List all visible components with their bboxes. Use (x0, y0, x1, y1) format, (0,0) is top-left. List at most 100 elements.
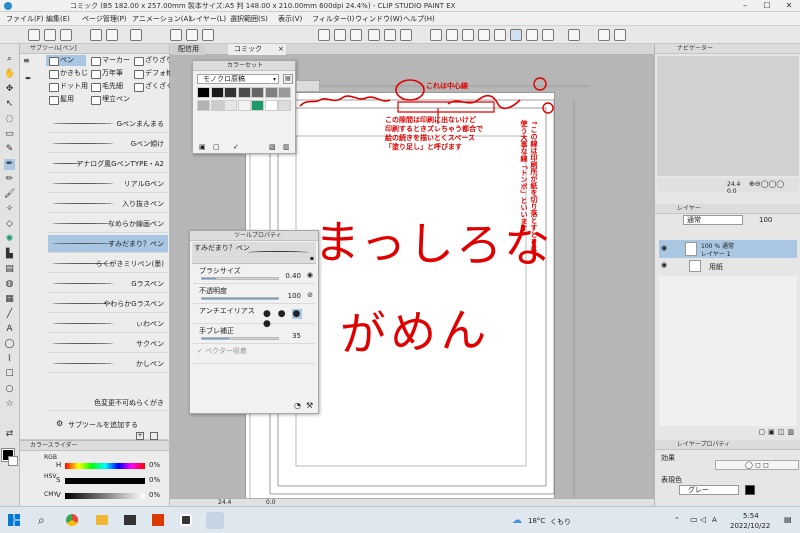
pen-pressure-icon[interactable] (478, 29, 490, 41)
brush-item[interactable]: らくがきミリペン(墨) (48, 255, 168, 273)
brush-item[interactable]: やわらかGラスペン (48, 295, 168, 313)
value-slider[interactable]: V 0% (56, 491, 166, 500)
lock-icon[interactable]: ▪ (310, 255, 314, 262)
network-icon[interactable]: ▭ (690, 515, 698, 524)
clock-time[interactable]: 5:54 (743, 512, 759, 520)
navigator-view[interactable] (657, 56, 799, 176)
brush-item[interactable]: リアルGペン (48, 175, 168, 193)
weather-temp[interactable]: 18°C (528, 517, 545, 525)
property-settings-icon[interactable]: ◔ (294, 401, 301, 410)
fill-icon[interactable]: ▙ (4, 249, 15, 260)
subtool-group-kakimoji[interactable]: かきもじ (46, 68, 88, 79)
brush-item[interactable]: Gペン傾け (48, 135, 168, 153)
hand-icon[interactable]: ✋ (4, 69, 15, 80)
stabilization-slider[interactable] (201, 337, 279, 340)
color-set-settings-icon[interactable]: ▤ (283, 74, 293, 84)
frame-icon[interactable]: ▦ (4, 294, 15, 305)
color-swatch[interactable] (237, 100, 251, 111)
volume-icon[interactable]: ◁ (700, 515, 706, 524)
color-swatch[interactable] (210, 100, 224, 111)
brush-item[interactable]: アナログ風GペンTYPE・A2 (48, 155, 168, 173)
clip-studio-icon[interactable] (180, 514, 192, 526)
new-file-icon[interactable] (28, 29, 40, 41)
menu-layer[interactable]: レイヤー(L) (189, 14, 226, 24)
display-color-swatch[interactable] (745, 485, 755, 495)
open-icon[interactable] (44, 29, 56, 41)
subtool-group-deforme[interactable]: デフォ格 (131, 68, 173, 79)
crop-icon[interactable] (368, 29, 380, 41)
color-swatch[interactable] (264, 100, 278, 111)
shape-icon[interactable]: ☐ (4, 369, 15, 380)
search-icon[interactable]: ⌕ (38, 513, 45, 528)
blend-icon[interactable]: ✺ (4, 234, 15, 245)
hue-bar[interactable] (65, 463, 145, 469)
opacity-slider[interactable] (201, 297, 279, 300)
menu-help[interactable]: ヘルプ(H) (403, 14, 435, 24)
antialias-row[interactable]: アンチエイリアス ● ● ● ● (193, 305, 315, 329)
airbrush-icon[interactable]: ✧ (4, 204, 15, 215)
menu-filter[interactable]: フィルター(I) (312, 14, 354, 24)
ruler-tool-icon[interactable]: ╱ (4, 309, 15, 320)
menu-selection[interactable]: 選択範囲(S) (230, 14, 268, 24)
eye-icon[interactable]: ◉ (661, 261, 667, 269)
lasso-icon[interactable]: ◌ (4, 114, 15, 125)
zoom-value[interactable]: 24.4 (218, 499, 231, 506)
stroke-icon[interactable] (526, 29, 538, 41)
brush-item[interactable]: Gペンまんまる (48, 115, 168, 133)
hue-slider[interactable]: H 0% (56, 461, 166, 470)
figure-icon[interactable]: ◍ (4, 279, 15, 290)
color-swatch[interactable] (237, 87, 251, 98)
menu-animation[interactable]: アニメーション(A) (132, 14, 191, 24)
brush-size-slider[interactable] (201, 277, 279, 280)
eyedropper-icon[interactable]: ✎ (4, 144, 15, 155)
start-icon[interactable] (8, 514, 20, 526)
clip-paint-icon[interactable] (206, 512, 224, 529)
color-swatch[interactable] (197, 100, 210, 111)
gradient-icon[interactable]: ▤ (4, 264, 15, 275)
pen-icon[interactable]: ✒ (4, 159, 15, 170)
brush-item[interactable]: ぃわペン (48, 315, 168, 333)
brush-item-selected[interactable]: すみだまり？ペン (48, 235, 168, 253)
sub-color-swatch[interactable] (8, 456, 18, 466)
stabilization-row[interactable]: 手ブレ補正 35 (193, 325, 315, 344)
share-icon[interactable] (598, 29, 610, 41)
notification-icon[interactable]: ▤ (784, 515, 792, 524)
fill-icon[interactable] (400, 29, 412, 41)
subtool-group-fill-pen[interactable]: 埋立ペン (88, 94, 130, 105)
line-correct-icon[interactable]: ⌇ (4, 354, 15, 365)
arrow-icon[interactable]: ↖ (4, 99, 15, 110)
eraser-icon[interactable]: ◇ (4, 219, 15, 230)
navigator-zoom[interactable]: 24.4 (727, 181, 740, 188)
star-icon[interactable]: ☆ (4, 399, 15, 410)
maximize-button[interactable]: ☐ (756, 0, 778, 12)
color-swatch[interactable] (251, 100, 264, 111)
clock-date[interactable]: 2022/10/22 (730, 522, 770, 530)
brush-item[interactable]: なめらか線画ペン (48, 215, 168, 233)
subtool-new-icon[interactable]: + (136, 432, 144, 440)
menu-page[interactable]: ページ管理(P) (82, 14, 127, 24)
snap-icon[interactable] (350, 29, 362, 41)
subtool-delete-icon[interactable] (150, 432, 158, 440)
saturation-bar[interactable] (65, 478, 145, 484)
layer-row[interactable]: ◉ 用紙 (659, 258, 797, 274)
snap-grid-icon[interactable] (430, 29, 442, 41)
clear-icon[interactable] (130, 29, 142, 41)
circle-icon[interactable]: ○ (4, 384, 15, 395)
files-icon[interactable] (96, 515, 108, 525)
eye-icon[interactable]: ◉ (661, 244, 667, 252)
chrome-icon[interactable] (66, 514, 78, 526)
close-button[interactable]: ✕ (778, 0, 800, 12)
color-set-preset-select[interactable]: モノクロ原稿 ▾ (197, 74, 279, 84)
weather-desc[interactable]: くもり (550, 517, 571, 527)
deselect-icon[interactable] (186, 29, 198, 41)
subtool-group-marker[interactable]: マーカー (88, 55, 130, 66)
move-icon[interactable]: ✥ (4, 84, 15, 95)
text-icon[interactable]: A (4, 324, 15, 335)
snap-ruler-icon[interactable] (446, 29, 458, 41)
color-slider-tab-hsv[interactable]: HSV (44, 473, 56, 480)
subtool-group-zakuzaku[interactable]: ざくざく (131, 81, 173, 92)
vector-icon[interactable] (494, 29, 506, 41)
navigator-rotation[interactable]: 0.0 (727, 188, 737, 195)
tab-haishin[interactable]: 配信用 (172, 44, 205, 55)
grid-icon[interactable] (318, 29, 330, 41)
